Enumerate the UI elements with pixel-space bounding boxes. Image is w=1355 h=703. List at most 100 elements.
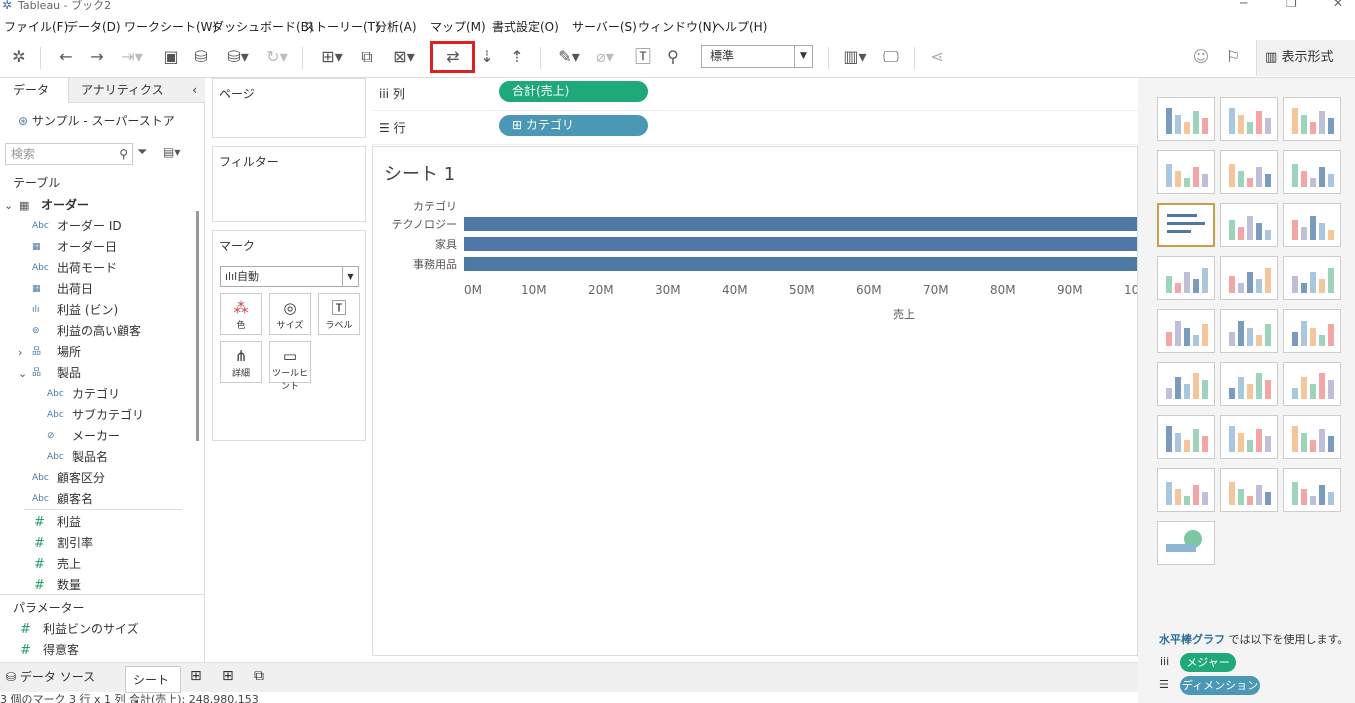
chart-type-thumbnail[interactable] — [1283, 97, 1341, 141]
chart-type-thumbnail[interactable] — [1283, 309, 1341, 353]
chart-type-thumbnail[interactable] — [1220, 415, 1278, 459]
measure-item[interactable]: # 利益 — [0, 512, 195, 533]
datasource-row[interactable]: ⊛ サンプル - スーパーストア — [18, 112, 175, 129]
new-worksheet-icon[interactable]: ⊞▾ — [314, 46, 350, 68]
detail-button[interactable]: ⋔ 詳細 — [220, 341, 262, 383]
view-options-icon[interactable]: ▤▾ — [163, 145, 180, 159]
field-item[interactable]: Abc 出荷モード — [0, 258, 195, 279]
menu-analysis[interactable]: 分析(A) — [375, 18, 417, 35]
new-worksheet-tab-icon[interactable]: ⊞ — [190, 668, 202, 684]
field-item[interactable]: Abc サブカテゴリ — [0, 405, 195, 426]
duplicate-sheet-icon[interactable]: ⧉ — [356, 46, 378, 68]
columns-pill[interactable]: 合計(売上) — [499, 81, 648, 102]
sort-descending-icon[interactable]: ⇡ — [506, 46, 528, 68]
field-item[interactable]: › 品場所 — [0, 342, 195, 363]
chart-type-thumbnail[interactable] — [1157, 468, 1215, 512]
chart-type-thumbnail[interactable] — [1283, 203, 1341, 247]
close-icon[interactable]: ✕ — [1333, 0, 1343, 10]
mark-type-dropdown[interactable]: ılıl 自動 ▼ — [220, 266, 359, 287]
menu-story[interactable]: ストーリー(T) — [303, 18, 380, 35]
chart-type-thumbnail[interactable] — [1220, 150, 1278, 194]
chart-type-thumbnail[interactable] — [1283, 362, 1341, 406]
datasource-tab[interactable]: ⛁ データ ソース — [6, 668, 95, 685]
tableau-home-icon[interactable]: ✲ — [8, 46, 30, 68]
chart-type-thumbnail[interactable] — [1157, 309, 1215, 353]
collapse-icon[interactable]: ‹ — [192, 78, 197, 103]
columns-shelf[interactable]: iii 列 合計(売上) — [372, 78, 1138, 111]
redo-icon[interactable]: → — [86, 46, 108, 68]
show-cards-icon[interactable]: ▥▾ — [838, 46, 872, 68]
field-item[interactable]: Abc オーダー ID — [0, 216, 195, 237]
chart-type-thumbnail[interactable] — [1220, 97, 1278, 141]
filters-card[interactable]: フィルター — [212, 146, 366, 222]
field-item[interactable]: Abc カテゴリ — [0, 384, 195, 405]
menu-format[interactable]: 書式設定(O) — [492, 18, 559, 35]
bar-mark[interactable] — [464, 237, 1137, 251]
menu-map[interactable]: マップ(M) — [430, 18, 486, 35]
field-item[interactable]: Abc 製品名 — [0, 447, 195, 468]
field-item[interactable]: Abc 顧客区分 — [0, 468, 195, 489]
clear-sheet-icon[interactable]: ⊠▾ — [386, 46, 422, 68]
presentation-mode-icon[interactable]: 🖵 — [880, 46, 902, 68]
chart-type-thumbnail[interactable] — [1157, 521, 1215, 565]
fix-axes-icon[interactable]: ⚲ — [662, 46, 684, 68]
fit-dropdown[interactable]: 標準 ▼ — [701, 45, 813, 68]
chart-type-thumbnail[interactable] — [1283, 468, 1341, 512]
save-icon[interactable]: ▣ — [160, 46, 182, 68]
chart-type-thumbnail[interactable] — [1283, 256, 1341, 300]
bar-mark[interactable] — [464, 217, 1137, 231]
rows-pill[interactable]: ⊞ カテゴリ — [499, 115, 648, 136]
rows-shelf[interactable]: ☰ 行 ⊞ カテゴリ — [372, 112, 1138, 145]
tooltip-button[interactable]: ▭ ツールヒント — [269, 341, 311, 392]
measure-item[interactable]: # 割引率 — [0, 533, 195, 554]
chart-type-thumbnail[interactable] — [1220, 309, 1278, 353]
label-button[interactable]: 🅃 ラベル — [318, 293, 360, 335]
chart-type-thumbnail[interactable] — [1220, 203, 1278, 247]
menu-server[interactable]: サーバー(S) — [572, 18, 637, 35]
new-story-tab-icon[interactable]: ⧉ — [254, 668, 264, 684]
field-item[interactable]: ▦ 出荷日 — [0, 279, 195, 300]
size-button[interactable]: ◎ サイズ — [269, 293, 311, 335]
chart-type-thumbnail[interactable] — [1220, 256, 1278, 300]
tab-analytics[interactable]: アナリティクス ‹ — [68, 78, 205, 103]
pages-card[interactable]: ページ — [212, 78, 366, 138]
chart-type-thumbnail[interactable] — [1283, 150, 1341, 194]
parameter-item[interactable]: # 得意客 — [0, 640, 195, 661]
measure-item[interactable]: # 売上 — [0, 554, 195, 575]
field-item[interactable]: Abc 顧客名 — [0, 489, 195, 510]
field-item[interactable]: ılı 利益 (ビン) — [0, 300, 195, 321]
chart-type-thumbnail[interactable] — [1157, 150, 1215, 194]
chart-type-thumbnail[interactable] — [1220, 362, 1278, 406]
show-me-button[interactable]: ▥ 表示形式 — [1256, 40, 1355, 76]
chart-type-thumbnail[interactable] — [1157, 362, 1215, 406]
field-item[interactable]: ⊚ 利益の高い顧客 — [0, 321, 195, 342]
chart-type-thumbnail[interactable] — [1283, 415, 1341, 459]
chart-type-thumbnail[interactable] — [1157, 203, 1215, 247]
sheet-tab[interactable]: シート 1 — [125, 666, 181, 703]
chart-type-thumbnail[interactable] — [1157, 256, 1215, 300]
field-item[interactable]: ▦ オーダー日 — [0, 237, 195, 258]
chart-type-thumbnail[interactable] — [1157, 415, 1215, 459]
replay-icon[interactable]: ⇥▾ — [117, 46, 147, 68]
show-labels-icon[interactable]: 🅃 — [632, 46, 654, 68]
undo-icon[interactable]: ← — [55, 46, 77, 68]
search-input[interactable]: 検索 ⚲ — [5, 143, 133, 165]
ask-data-icon[interactable]: ☺ — [1190, 46, 1212, 68]
bar-mark[interactable] — [464, 257, 1137, 271]
color-button[interactable]: ⁂ 色 — [220, 293, 262, 335]
scrollbar[interactable] — [196, 211, 199, 441]
measure-item[interactable]: # 数量 — [0, 575, 195, 596]
menu-data[interactable]: データ(D) — [66, 18, 121, 35]
menu-window[interactable]: ウィンドウ(N) — [638, 18, 716, 35]
share-icon[interactable]: ⋖ — [926, 46, 948, 68]
field-item[interactable]: ⌄ 品製品 — [0, 363, 195, 384]
refresh-icon[interactable]: ↻▾ — [260, 46, 294, 68]
tab-data[interactable]: データ — [0, 78, 68, 103]
pin-icon[interactable]: ⚐ — [1222, 46, 1244, 68]
filter-icon[interactable]: ⏷ — [137, 145, 147, 160]
new-datasource-icon[interactable]: ⛁ — [190, 46, 212, 68]
chart-type-thumbnail[interactable] — [1157, 97, 1215, 141]
menu-file[interactable]: ファイル(F) — [4, 18, 68, 35]
group-members-icon[interactable]: ⌀▾ — [590, 46, 620, 68]
highlight-icon[interactable]: ✎▾ — [553, 46, 585, 68]
